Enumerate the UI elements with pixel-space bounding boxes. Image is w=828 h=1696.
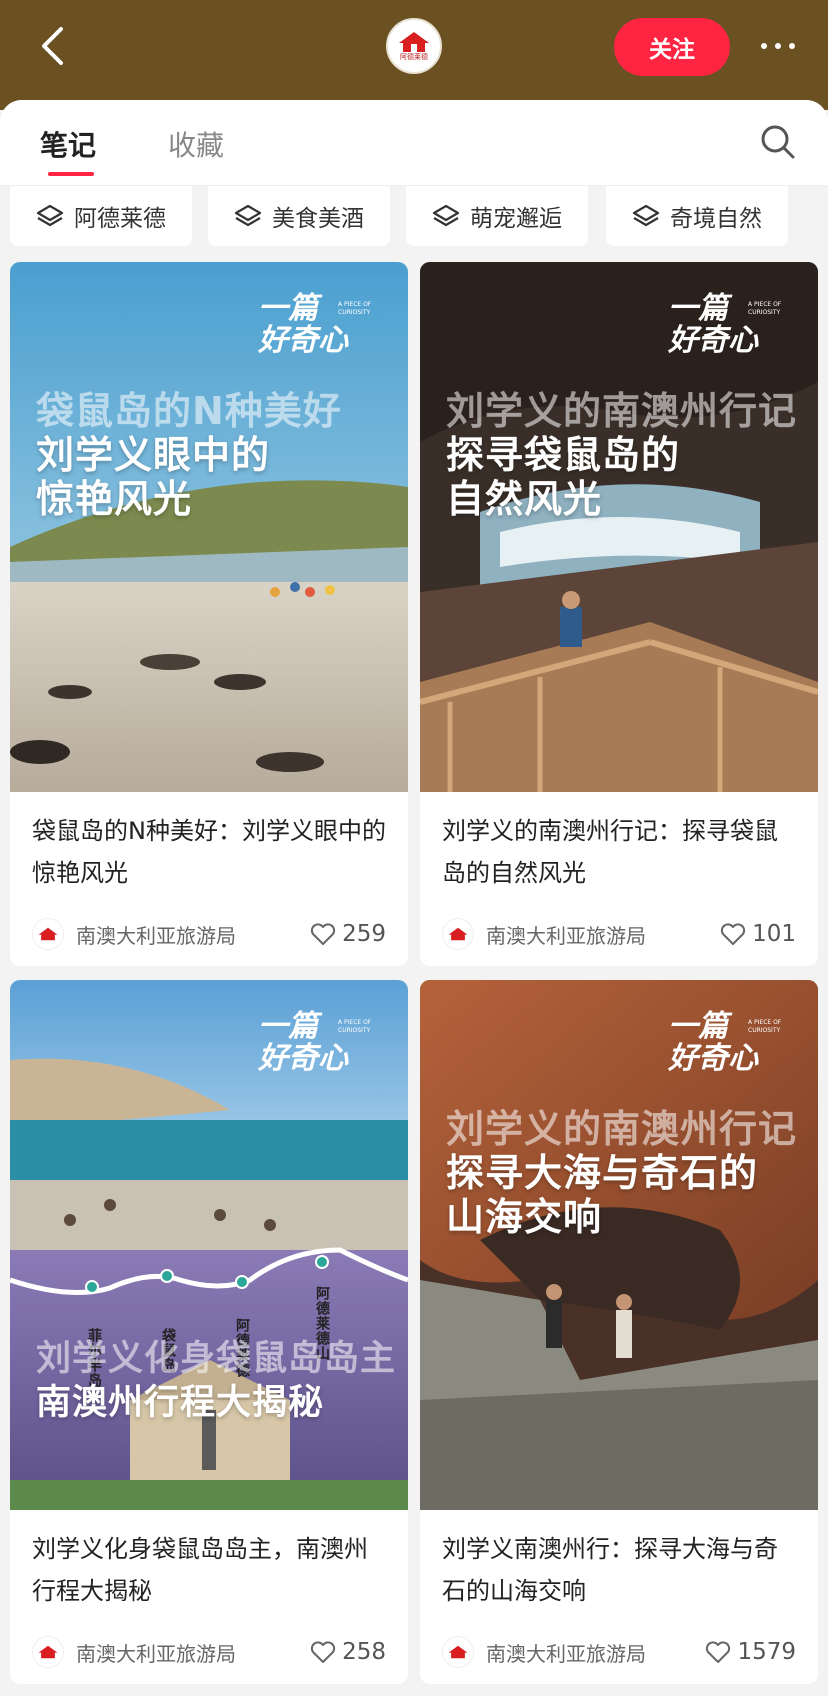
cover-overlay-line: 惊艳风光	[36, 477, 193, 521]
svg-text:A PIECE OF: A PIECE OF	[338, 1019, 372, 1026]
svg-text:好奇心: 好奇心	[257, 1041, 349, 1076]
note-footer: 南澳大利亚旅游局 101	[420, 902, 818, 966]
note-card[interactable]: 一篇 好奇心 A PIECE OF CURIOSITY 菲尔半岛 袋鼠岛 阿德莱…	[10, 980, 408, 1684]
layers-icon	[234, 204, 262, 227]
cover-overlay-line: 自然风光	[446, 477, 603, 521]
like-count: 1579	[737, 1639, 796, 1665]
like-count: 259	[342, 921, 386, 947]
house-logo-icon	[38, 1645, 58, 1659]
chip-label: 奇境自然	[670, 206, 762, 232]
note-card[interactable]: 一篇 好奇心 A PIECE OF CURIOSITY 刘学义的南澳州行记 探寻…	[420, 980, 818, 1684]
tab-notes[interactable]: 笔记	[40, 124, 96, 164]
more-button[interactable]	[748, 24, 808, 68]
svg-text:一篇: 一篇	[258, 291, 323, 326]
svg-text:好奇心: 好奇心	[667, 323, 759, 358]
house-logo-icon	[448, 927, 468, 941]
cover-overlay-line: 山海交响	[446, 1195, 603, 1239]
note-cover-image: 一篇 好奇心 A PIECE OF CURIOSITY 袋鼠岛的N种美好 刘学义…	[10, 262, 408, 792]
back-button[interactable]	[30, 22, 74, 70]
author-avatar[interactable]	[442, 918, 474, 950]
svg-text:一篇: 一篇	[258, 1009, 323, 1044]
active-tab-indicator	[48, 172, 94, 176]
like-button[interactable]: 101	[720, 921, 796, 947]
chip-label: 阿德莱德	[74, 206, 166, 232]
svg-text:一篇: 一篇	[668, 1009, 733, 1044]
more-dots-icon	[761, 43, 767, 49]
note-cover-image: 一篇 好奇心 A PIECE OF CURIOSITY 刘学义的南澳州行记 探寻…	[420, 980, 818, 1510]
svg-text:CURIOSITY: CURIOSITY	[748, 309, 780, 316]
note-footer: 南澳大利亚旅游局 259	[10, 902, 408, 966]
like-button[interactable]: 259	[310, 921, 386, 947]
note-cover-image: 一篇 好奇心 A PIECE OF CURIOSITY 菲尔半岛 袋鼠岛 阿德莱…	[10, 980, 408, 1510]
author-name[interactable]: 南澳大利亚旅游局	[76, 920, 310, 949]
house-logo-icon	[38, 927, 58, 941]
curiosity-brand-mark: 一篇 好奇心 A PIECE OF CURIOSITY	[257, 1009, 372, 1076]
layers-icon	[36, 204, 64, 227]
heart-icon	[311, 1641, 336, 1663]
author-name[interactable]: 南澳大利亚旅游局	[76, 1638, 310, 1667]
note-card[interactable]: 一篇 好奇心 A PIECE OF CURIOSITY 袋鼠岛的N种美好 刘学义…	[10, 262, 408, 966]
house-logo-icon	[399, 32, 429, 52]
author-avatar[interactable]	[442, 1636, 474, 1668]
chip-nature[interactable]: 奇境自然	[606, 186, 788, 246]
svg-text:CURIOSITY: CURIOSITY	[748, 1027, 780, 1034]
curiosity-brand-mark: 一篇 好奇心 A PIECE OF CURIOSITY	[257, 291, 372, 358]
svg-text:A PIECE OF: A PIECE OF	[338, 301, 372, 308]
dot	[789, 43, 795, 49]
svg-text:A PIECE OF: A PIECE OF	[748, 301, 782, 308]
like-button[interactable]: 1579	[705, 1639, 796, 1665]
tab-bar: 笔记 收藏	[0, 100, 828, 186]
svg-text:一篇: 一篇	[668, 291, 733, 326]
like-count: 101	[752, 921, 796, 947]
note-footer: 南澳大利亚旅游局 258	[10, 1620, 408, 1684]
author-avatar[interactable]	[32, 918, 64, 950]
house-logo-icon	[448, 1645, 468, 1659]
note-title[interactable]: 刘学义的南澳州行记：探寻袋鼠岛的自然风光	[420, 792, 818, 902]
heart-icon	[311, 923, 336, 945]
author-avatar[interactable]	[32, 1636, 64, 1668]
svg-text:CURIOSITY: CURIOSITY	[338, 309, 370, 316]
chip-label: 美食美酒	[272, 206, 364, 232]
like-button[interactable]: 258	[310, 1639, 386, 1665]
curiosity-brand-mark: 一篇 好奇心 A PIECE OF CURIOSITY	[667, 1009, 782, 1076]
note-card[interactable]: 一篇 好奇心 A PIECE OF CURIOSITY 刘学义的南澳州行记 探寻…	[420, 262, 818, 966]
chip-adelaide[interactable]: 阿德莱德	[10, 186, 192, 246]
layers-icon	[432, 204, 460, 227]
search-button[interactable]	[758, 122, 798, 162]
layers-icon	[632, 204, 660, 227]
chip-label: 萌宠邂逅	[470, 206, 562, 232]
note-title[interactable]: 袋鼠岛的N种美好：刘学义眼中的惊艳风光	[10, 792, 408, 902]
search-icon	[761, 125, 795, 159]
heart-icon	[721, 923, 746, 945]
svg-text:好奇心: 好奇心	[667, 1041, 759, 1076]
chip-food-wine[interactable]: 美食美酒	[208, 186, 390, 246]
author-name[interactable]: 南澳大利亚旅游局	[486, 1638, 705, 1667]
svg-text:A PIECE OF: A PIECE OF	[748, 1019, 782, 1026]
like-count: 258	[342, 1639, 386, 1665]
svg-text:CURIOSITY: CURIOSITY	[338, 1027, 370, 1034]
chip-pets[interactable]: 萌宠邂逅	[406, 186, 588, 246]
logo-text: 阿德莱德	[400, 53, 428, 61]
curiosity-brand-mark: 一篇 好奇心 A PIECE OF CURIOSITY	[667, 291, 782, 358]
note-title[interactable]: 刘学义化身袋鼠岛岛主，南澳州行程大揭秘	[10, 1510, 408, 1620]
note-footer: 南澳大利亚旅游局 1579	[420, 1620, 818, 1684]
cover-overlay-line: 南澳州行程大揭秘	[36, 1383, 325, 1423]
content-sheet: 笔记 收藏 阿德莱德 美食美酒 萌宠邂逅 奇境自然 一篇 好奇心 A PIECE…	[0, 100, 828, 1696]
top-bar: 阿德莱德 关注	[0, 0, 828, 110]
svg-text:好奇心: 好奇心	[257, 323, 349, 358]
heart-icon	[706, 1641, 731, 1663]
note-cover-image: 一篇 好奇心 A PIECE OF CURIOSITY 刘学义的南澳州行记 探寻…	[420, 262, 818, 792]
tab-favorites[interactable]: 收藏	[168, 124, 224, 164]
dot	[775, 43, 781, 49]
chevron-left-icon	[42, 27, 63, 65]
author-name[interactable]: 南澳大利亚旅游局	[486, 920, 720, 949]
brand-logo[interactable]: 阿德莱德	[386, 18, 442, 74]
note-title[interactable]: 刘学义南澳州行：探寻大海与奇石的山海交响	[420, 1510, 818, 1620]
follow-button[interactable]: 关注	[614, 18, 730, 76]
